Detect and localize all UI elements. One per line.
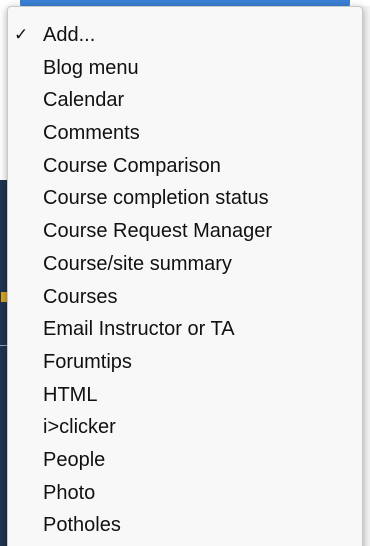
menu-option-label: Course completion status [43, 187, 269, 210]
menu-option-photo[interactable]: Photo [8, 477, 362, 510]
page: ✓ Add... Blog menu Calendar Comments Cou… [0, 0, 370, 546]
menu-option-people[interactable]: People [8, 444, 362, 477]
menu-option-course-request-manager[interactable]: Course Request Manager [8, 215, 362, 248]
menu-option-html[interactable]: HTML [8, 379, 362, 412]
menu-option-label: Add... [43, 24, 96, 46]
menu-option-calendar[interactable]: Calendar [8, 84, 362, 117]
menu-option-email-instructor-or-ta[interactable]: Email Instructor or TA [8, 313, 362, 346]
menu-option-label: Email Instructor or TA [43, 318, 235, 341]
menu-option-course-completion-status[interactable]: Course completion status [8, 182, 362, 215]
menu-option-course-comparison[interactable]: Course Comparison [8, 150, 362, 183]
menu-option-forumtips[interactable]: Forumtips [8, 346, 362, 379]
menu-option-comments[interactable]: Comments [8, 117, 362, 150]
menu-option-label: Course Request Manager [43, 220, 273, 243]
menu-option-label: Courses [43, 285, 118, 308]
menu-option-label: Forumtips [43, 350, 132, 373]
menu-option-label: Potholes [43, 514, 121, 537]
menu-option-blog-menu[interactable]: Blog menu [8, 52, 362, 85]
menu-option-potholes[interactable]: Potholes [8, 509, 362, 542]
menu-option-course-site-summary[interactable]: Course/site summary [8, 248, 362, 281]
background-right-edge [362, 6, 370, 546]
menu-option-iclicker[interactable]: i>clicker [8, 411, 362, 444]
menu-option-label: Course Comparison [43, 154, 221, 177]
menu-option-label: Blog menu [43, 56, 139, 79]
menu-option-label: Calendar [43, 89, 125, 112]
menu-option-label: Course/site summary [43, 252, 232, 275]
menu-option-courses[interactable]: Courses [8, 281, 362, 314]
menu-option-label: HTML [43, 383, 98, 406]
add-block-dropdown-menu[interactable]: ✓ Add... Blog menu Calendar Comments Cou… [7, 6, 363, 546]
menu-option-add[interactable]: ✓ Add... [8, 19, 362, 52]
menu-option-label: People [43, 448, 106, 471]
menu-option-label: Comments [43, 122, 140, 145]
menu-option-label: Photo [43, 481, 96, 504]
checkmark-icon: ✓ [14, 25, 29, 45]
menu-option-label: i>clicker [43, 416, 116, 439]
